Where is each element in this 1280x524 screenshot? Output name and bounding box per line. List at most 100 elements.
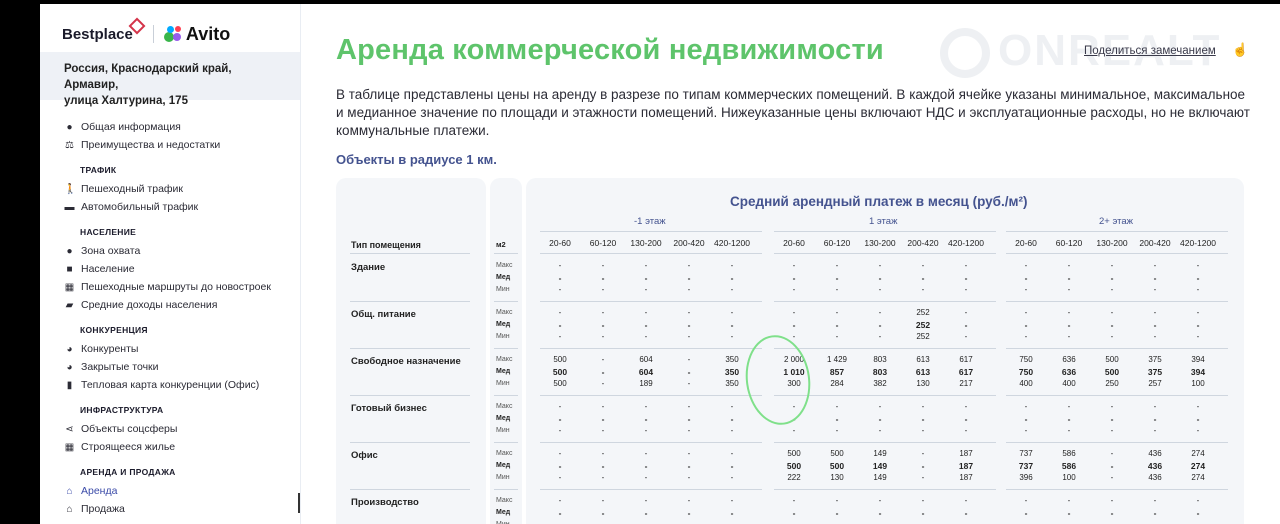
avito-logo[interactable]: Avito bbox=[186, 24, 230, 45]
section-heading-rent-sale: АРЕНДА И ПРОДАЖА bbox=[80, 467, 176, 477]
table-cell: 189 bbox=[639, 379, 653, 388]
table-cell: - bbox=[1110, 308, 1114, 317]
table-cell: - bbox=[1024, 308, 1028, 317]
table-cell: - bbox=[644, 273, 648, 283]
table-cell: 857 bbox=[829, 367, 845, 377]
sidebar-item-sale[interactable]: ⌂ Продажа bbox=[64, 500, 294, 518]
table-cell: 500 bbox=[552, 367, 568, 377]
stat-label: Макс bbox=[496, 403, 513, 410]
table-cell: 636 bbox=[1061, 367, 1077, 377]
sidebar-item-construction[interactable]: ▦ Строящееся жилье bbox=[64, 438, 294, 456]
sidebar-item-pros-cons[interactable]: ⚖ Преимущества и недостатки bbox=[64, 136, 294, 154]
sidebar-item-closed-points[interactable]: ◕ Закрытые точки bbox=[64, 358, 294, 376]
table-cell: - bbox=[601, 461, 605, 471]
sidebar-item-social-objects[interactable]: ⋖ Объекты соцсферы bbox=[64, 420, 294, 438]
table-cell: - bbox=[1153, 402, 1157, 411]
table-cell: - bbox=[687, 461, 691, 471]
table-cell: - bbox=[730, 414, 734, 424]
table-cell: - bbox=[1110, 402, 1114, 411]
table-cell: 252 bbox=[916, 332, 930, 341]
range-header: 130-200 bbox=[864, 238, 896, 248]
table-cell: - bbox=[1110, 449, 1114, 458]
row-divider bbox=[350, 395, 470, 396]
row-divider bbox=[494, 489, 518, 490]
range-header: 60-120 bbox=[1055, 238, 1083, 248]
table-cell: - bbox=[1153, 414, 1157, 424]
sidebar-item-routes[interactable]: ▦ Пешеходные маршруты до новостроек bbox=[64, 278, 294, 296]
table-cell: - bbox=[687, 355, 691, 364]
table-cell: - bbox=[1153, 496, 1157, 505]
table-cell: - bbox=[835, 308, 839, 317]
table-cell: - bbox=[558, 402, 562, 411]
table-cell: - bbox=[558, 261, 562, 270]
share-feedback-link[interactable]: Поделиться замечанием bbox=[1084, 45, 1216, 57]
table-cell: - bbox=[558, 285, 562, 294]
table-cell: - bbox=[1196, 426, 1200, 435]
row-divider bbox=[540, 442, 762, 443]
header-divider bbox=[540, 253, 762, 254]
sidebar-item-general-info[interactable]: ● Общая информация bbox=[64, 118, 294, 136]
table-cell: - bbox=[644, 496, 648, 505]
page-title: Аренда коммерческой недвижимости bbox=[336, 34, 884, 66]
stat-label: Мин bbox=[496, 427, 510, 434]
row-divider bbox=[1006, 442, 1228, 443]
table-cell: - bbox=[601, 320, 605, 330]
table-cell: - bbox=[712, 520, 752, 524]
table-cell: - bbox=[903, 520, 943, 524]
table-cell: 100 bbox=[1062, 473, 1076, 482]
table-cell: - bbox=[1110, 332, 1114, 341]
scales-icon: ⚖ bbox=[65, 139, 74, 151]
table-cell: - bbox=[835, 414, 839, 424]
table-cell: - bbox=[601, 508, 605, 518]
bestplace-logo[interactable]: Bestplace bbox=[62, 17, 146, 43]
table-cell: - bbox=[921, 508, 925, 518]
sidebar-item-coverage[interactable]: ● Зона охвата bbox=[64, 242, 294, 260]
stat-label: Макс bbox=[496, 356, 513, 363]
table-cell: - bbox=[1067, 426, 1071, 435]
table-cell: 500 bbox=[1105, 355, 1119, 364]
pie-icon: ◕ bbox=[66, 361, 73, 373]
table-cell: - bbox=[601, 379, 605, 388]
row-divider bbox=[1006, 301, 1228, 302]
row-divider bbox=[494, 348, 518, 349]
sidebar-item-car-traffic[interactable]: ▬ Автомобильный трафик bbox=[64, 198, 294, 216]
table-cell: - bbox=[774, 520, 814, 524]
sidebar-item-income[interactable]: ▰ Средние доходы населения bbox=[64, 296, 294, 314]
table-cell: - bbox=[644, 285, 648, 294]
table-cell: 250 bbox=[1105, 379, 1119, 388]
row-divider bbox=[540, 489, 762, 490]
table-cell: 1 429 bbox=[826, 355, 848, 364]
sidebar-item-competitors[interactable]: ◕ Конкуренты bbox=[64, 340, 294, 358]
floor-underline bbox=[540, 231, 762, 232]
units-panel bbox=[490, 178, 522, 524]
section-heading-competition: КОНКУРЕНЦИЯ bbox=[80, 325, 148, 335]
sidebar-item-rent[interactable]: ⌂ Аренда bbox=[64, 482, 294, 500]
table-cell: 500 bbox=[830, 449, 844, 458]
sidebar-item-population[interactable]: ■ Население bbox=[64, 260, 294, 278]
table-cell: 252 bbox=[916, 308, 930, 317]
stat-label: Мин bbox=[496, 333, 510, 340]
table-cell: - bbox=[860, 520, 900, 524]
buildings-icon: ▦ bbox=[64, 281, 75, 293]
table-cell: - bbox=[1153, 508, 1157, 518]
stat-label: Мин bbox=[496, 474, 510, 481]
table-cell: - bbox=[964, 261, 968, 270]
table-cell: - bbox=[1024, 320, 1028, 330]
table-cell: - bbox=[1153, 426, 1157, 435]
table-cell: 500 bbox=[553, 355, 567, 364]
table-cell: - bbox=[1110, 261, 1114, 270]
row-divider bbox=[540, 301, 762, 302]
table-cell: - bbox=[878, 414, 882, 424]
hand-pointer-icon[interactable]: ☝ bbox=[1232, 42, 1248, 58]
sidebar-item-heatmap[interactable]: ▮ Тепловая карта конкуренции (Офис) bbox=[64, 376, 294, 394]
stat-label: Мед bbox=[496, 462, 511, 469]
table-cell: - bbox=[730, 473, 734, 482]
table-cell: - bbox=[669, 520, 709, 524]
sidebar-item-pedestrian-traffic[interactable]: 🚶 Пешеходный трафик bbox=[64, 180, 294, 198]
table-cell: - bbox=[1196, 402, 1200, 411]
table-cell: - bbox=[878, 402, 882, 411]
table-cell: 617 bbox=[958, 367, 974, 377]
table-cell: 149 bbox=[873, 473, 887, 482]
table-cell: - bbox=[730, 449, 734, 458]
table-cell: - bbox=[1092, 520, 1132, 524]
